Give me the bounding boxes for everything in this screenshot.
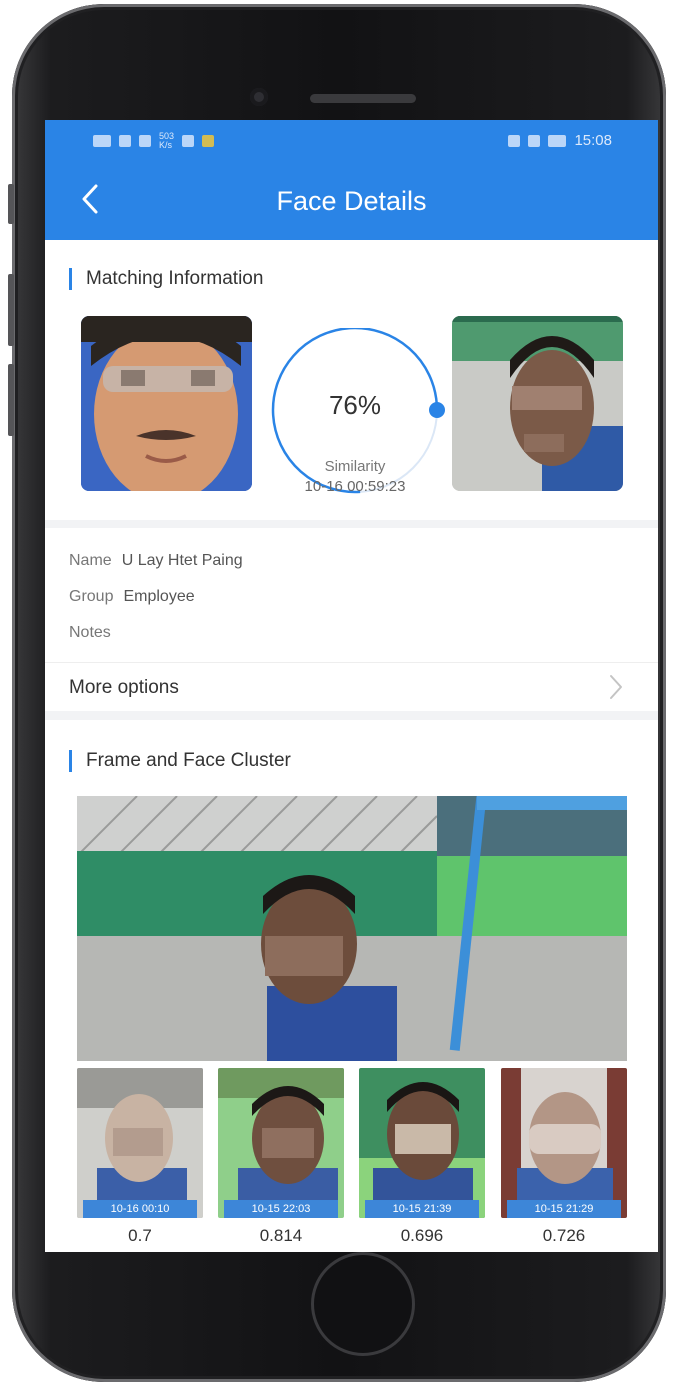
notes-row: Notes xyxy=(69,624,121,642)
captured-face-photo[interactable] xyxy=(452,316,623,491)
similarity-value: 76% xyxy=(328,390,382,420)
thumbnail-time: 10-15 21:29 xyxy=(507,1200,621,1218)
chevron-right-icon xyxy=(610,675,622,699)
thumbnail-time: 10-16 00:10 xyxy=(83,1200,197,1218)
match-timestamp: 10-16 00:59:23 xyxy=(304,478,406,495)
thumbnail-time: 10-15 22:03 xyxy=(224,1200,338,1218)
cluster-thumbnail[interactable]: 10-15 21:29 xyxy=(501,1068,627,1218)
page-title: Face Details xyxy=(276,186,427,216)
app-screen: 503 K/s 15:08 Face Details Matching Info… xyxy=(45,120,658,1252)
battery-icon xyxy=(548,134,567,147)
network-speed: 503 K/s xyxy=(159,131,175,150)
message-notification-icon xyxy=(202,135,215,147)
section-title-cluster: Frame and Face Cluster xyxy=(69,750,291,772)
group-row: Group Employee xyxy=(69,588,195,606)
group-value: Employee xyxy=(123,588,195,605)
alarm-icon xyxy=(508,134,521,147)
face-cluster-strip: 10-16 00:10 10-15 22:03 10-15 21:39 10-1… xyxy=(77,1068,627,1218)
front-camera xyxy=(250,88,268,106)
earpiece-speaker xyxy=(310,94,416,103)
match-score: 0.726 xyxy=(542,1226,586,1245)
registered-face-photo[interactable] xyxy=(81,316,252,491)
name-value: U Lay Htet Paing xyxy=(121,552,243,569)
volume-down-button xyxy=(8,364,14,436)
name-label: Name xyxy=(69,552,112,569)
cluster-thumbnail[interactable]: 10-16 00:10 xyxy=(77,1068,203,1218)
match-score: 0.814 xyxy=(259,1226,303,1245)
match-score: 0.696 xyxy=(400,1226,444,1245)
bluetooth-icon xyxy=(528,134,541,147)
status-bar: 503 K/s 15:08 xyxy=(45,120,658,162)
navigation-bar: Face Details xyxy=(45,162,658,240)
cluster-thumbnail[interactable]: 10-15 22:03 xyxy=(218,1068,344,1218)
similarity-gauge: 76% Similarity 10-16 00:59:23 xyxy=(265,328,445,508)
more-options-label: More options xyxy=(69,677,179,698)
home-button[interactable] xyxy=(311,1252,415,1356)
group-label: Group xyxy=(69,588,114,605)
name-row: Name U Lay Htet Paing xyxy=(69,552,243,570)
more-options-row[interactable]: More options xyxy=(45,662,658,711)
notes-label: Notes xyxy=(69,624,111,641)
scene-frame-image[interactable] xyxy=(77,796,627,1061)
person-info-card: Name U Lay Htet Paing Group Employee Notes xyxy=(45,528,658,662)
search-notification-icon xyxy=(182,135,195,147)
volume-up-button xyxy=(8,274,14,346)
section-title-matching: Matching Information xyxy=(69,268,263,290)
signal-icon xyxy=(119,135,131,147)
thumbnail-time: 10-15 21:39 xyxy=(365,1200,479,1218)
mute-switch xyxy=(8,184,14,224)
similarity-label: Similarity xyxy=(324,458,386,475)
wifi-icon xyxy=(139,135,151,147)
match-score: 0.7 xyxy=(128,1226,152,1245)
sim-card-icon xyxy=(93,135,111,147)
status-time: 15:08 xyxy=(574,132,612,149)
cluster-thumbnail[interactable]: 10-15 21:39 xyxy=(359,1068,485,1218)
